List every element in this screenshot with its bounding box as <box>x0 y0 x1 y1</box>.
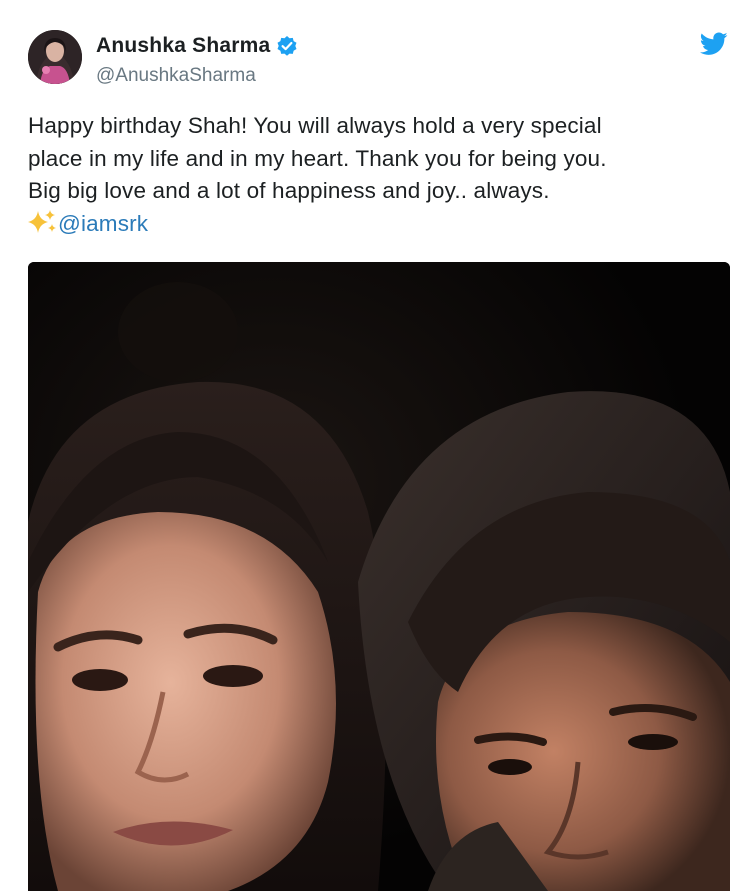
tweet-text: Happy birthday Shah! You will always hol… <box>28 110 728 240</box>
tweet-text-line: Happy birthday Shah! You will always hol… <box>28 113 602 138</box>
display-name[interactable]: Anushka Sharma <box>96 34 270 58</box>
tweet-text-line: Big big love and a lot of happiness and … <box>28 178 550 203</box>
mention-link[interactable]: @iamsrk <box>58 211 148 236</box>
verified-badge-icon <box>276 35 298 57</box>
name-row: Anushka Sharma <box>96 32 298 60</box>
sparkles-emoji <box>28 209 58 235</box>
tweet-card: Anushka Sharma @AnushkaSharma Happy birt… <box>0 0 750 891</box>
user-handle[interactable]: @AnushkaSharma <box>96 65 298 87</box>
twitter-bird-icon[interactable] <box>699 32 728 56</box>
tweet-photo[interactable] <box>28 262 730 891</box>
user-info: Anushka Sharma @AnushkaSharma <box>96 32 298 87</box>
tweet-text-line: place in my life and in my heart. Thank … <box>28 145 607 171</box>
tweet-text-line: @iamsrk <box>28 208 728 241</box>
avatar[interactable] <box>28 30 82 84</box>
tweet-header: Anushka Sharma @AnushkaSharma <box>28 30 728 90</box>
